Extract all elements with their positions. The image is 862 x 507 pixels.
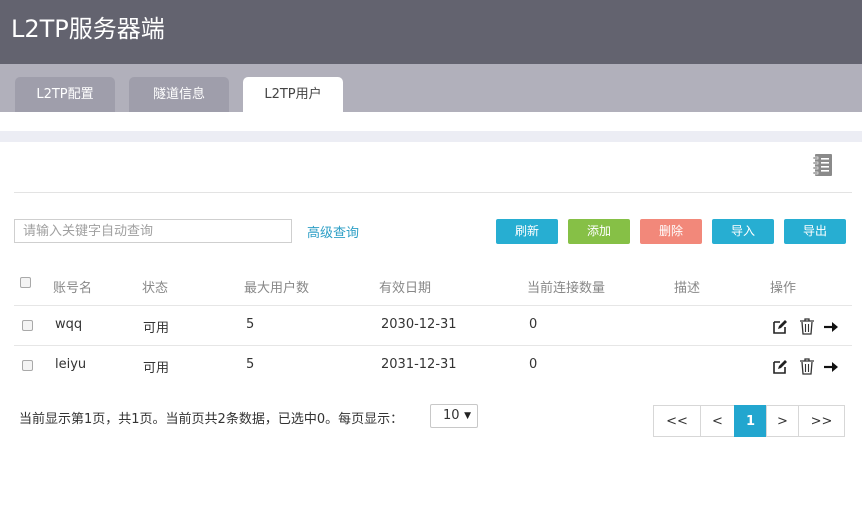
prev-page-button[interactable]: < xyxy=(700,405,735,437)
tab-bar: L2TP配置 隧道信息 L2TP用户 xyxy=(0,64,862,112)
header-connections: 当前连接数量 xyxy=(527,281,606,296)
first-page-button[interactable]: << xyxy=(653,405,701,437)
header-status: 状态 xyxy=(142,281,169,296)
header-account: 账号名 xyxy=(53,281,93,296)
header-actions: 操作 xyxy=(770,281,797,296)
row-checkbox[interactable] xyxy=(22,320,33,331)
header-description: 描述 xyxy=(674,281,701,296)
cell-connections: 0 xyxy=(529,317,538,332)
last-page-button[interactable]: >> xyxy=(798,405,845,437)
tab-l2tp-users[interactable]: L2TP用户 xyxy=(243,77,343,112)
refresh-button[interactable]: 刷新 xyxy=(496,219,558,244)
tab-tunnel-info[interactable]: 隧道信息 xyxy=(129,77,229,112)
divider xyxy=(14,192,852,193)
cell-account: leiyu xyxy=(55,357,87,372)
cell-status: 可用 xyxy=(143,321,170,336)
pagination-summary: 当前显示第1页，共1页。当前页共2条数据，已选中0。每页显示： xyxy=(19,412,404,427)
search-input[interactable] xyxy=(14,219,292,243)
content-top-band xyxy=(0,131,862,142)
cell-max-users: 5 xyxy=(246,357,255,372)
import-button[interactable]: 导入 xyxy=(712,219,774,244)
edit-icon[interactable] xyxy=(772,359,788,375)
cell-status: 可用 xyxy=(143,361,170,376)
trash-icon[interactable] xyxy=(799,318,815,335)
header-max-users: 最大用户数 xyxy=(244,281,310,296)
row-checkbox[interactable] xyxy=(22,360,33,371)
header-expiry: 有效日期 xyxy=(379,281,432,296)
page-header: L2TP服务器端 xyxy=(0,0,862,64)
row-divider xyxy=(14,345,852,346)
advanced-search-link[interactable]: 高级查询 xyxy=(307,222,359,241)
export-button[interactable]: 导出 xyxy=(784,219,846,244)
page-size-value: 10 xyxy=(443,408,460,423)
tab-l2tp-config[interactable]: L2TP配置 xyxy=(15,77,115,112)
edit-icon[interactable] xyxy=(772,319,788,335)
cell-max-users: 5 xyxy=(246,317,255,332)
cell-account: wqq xyxy=(55,317,83,332)
notebook-icon[interactable] xyxy=(812,153,833,177)
page-size-select[interactable]: 10 ▼ xyxy=(430,404,478,428)
add-button[interactable]: 添加 xyxy=(568,219,630,244)
page-title: L2TP服务器端 xyxy=(11,15,165,43)
cell-expiry: 2031-12-31 xyxy=(381,357,457,372)
trash-icon[interactable] xyxy=(799,358,815,375)
pagination: << < 1 > >> xyxy=(653,405,845,437)
cell-connections: 0 xyxy=(529,357,538,372)
cell-expiry: 2030-12-31 xyxy=(381,317,457,332)
delete-button[interactable]: 删除 xyxy=(640,219,702,244)
caret-down-icon: ▼ xyxy=(464,411,471,421)
arrow-right-icon[interactable] xyxy=(823,359,839,375)
row-divider xyxy=(14,305,852,306)
next-page-button[interactable]: > xyxy=(766,405,799,437)
arrow-right-icon[interactable] xyxy=(823,319,839,335)
page-button-current[interactable]: 1 xyxy=(734,405,767,437)
select-all-checkbox[interactable] xyxy=(20,277,31,288)
